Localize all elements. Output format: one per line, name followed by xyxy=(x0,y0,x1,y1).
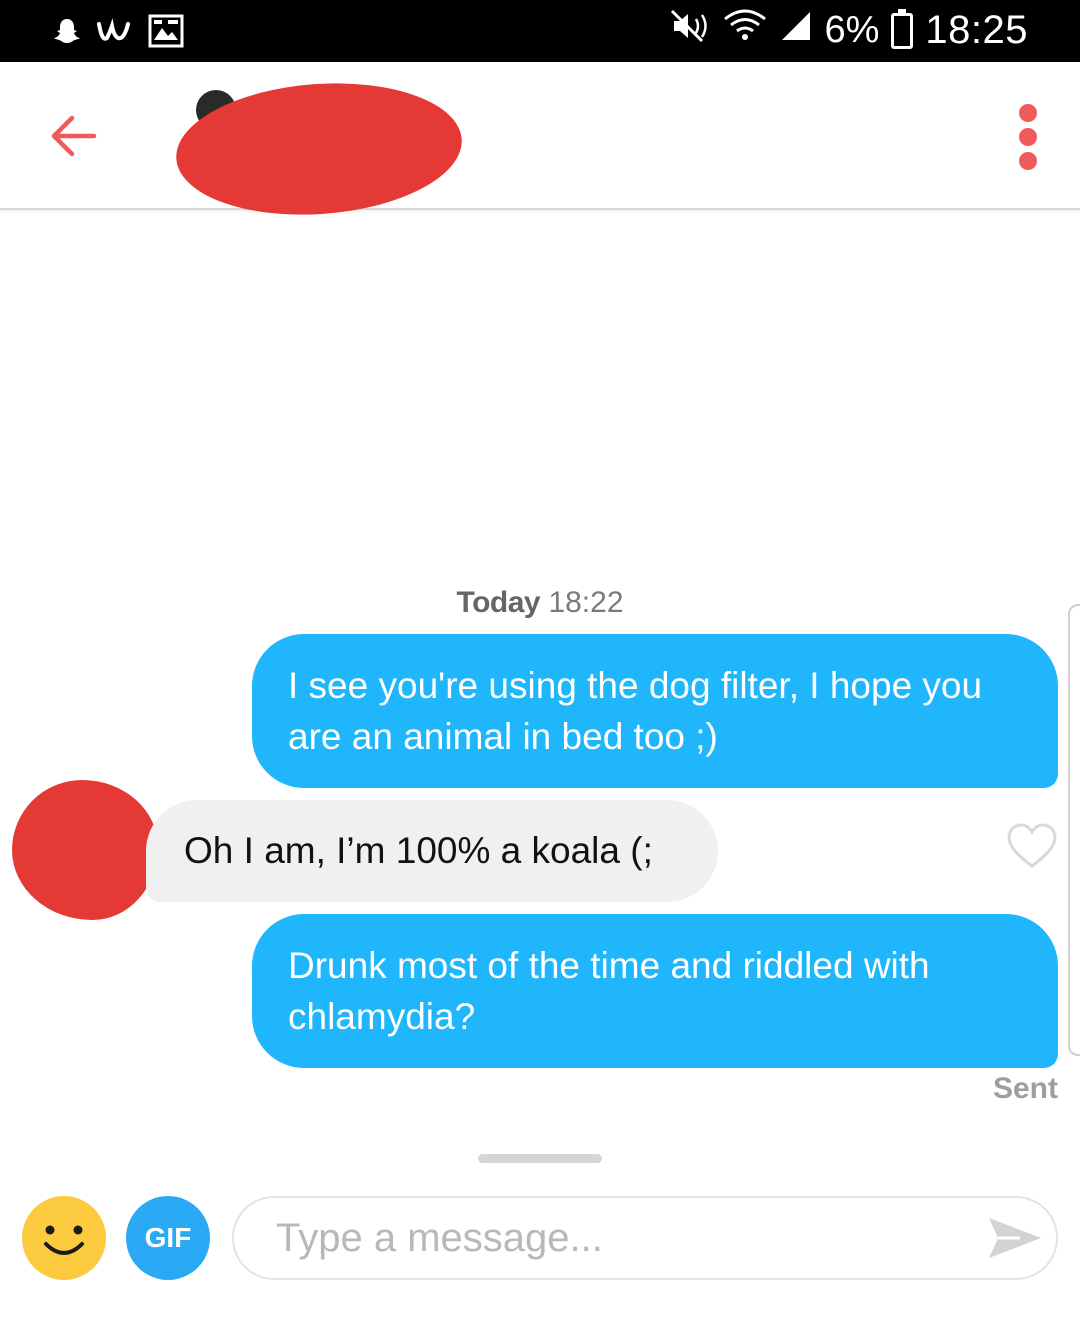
battery-percent: 6% xyxy=(824,9,880,51)
gallery-icon xyxy=(148,14,184,53)
status-bar-system: 6% 18:25 xyxy=(670,8,1028,53)
more-vertical-icon xyxy=(1019,104,1037,122)
emoji-button[interactable] xyxy=(22,1196,106,1280)
more-options-button[interactable] xyxy=(1016,104,1040,170)
send-button[interactable] xyxy=(986,1214,1044,1262)
message-timestamp: Today 18:22 xyxy=(0,586,1080,620)
back-button[interactable] xyxy=(44,106,104,166)
like-message-button[interactable] xyxy=(1006,822,1058,870)
message-input[interactable] xyxy=(232,1196,1058,1280)
clock: 18:25 xyxy=(925,8,1028,52)
back-arrow-icon xyxy=(51,115,97,157)
more-dot xyxy=(1019,152,1037,170)
snapchat-icon xyxy=(52,16,82,51)
timestamp-day: Today xyxy=(456,586,541,619)
outgoing-message[interactable]: I see you're using the dog filter, I hop… xyxy=(252,634,1058,788)
send-icon xyxy=(989,1218,1041,1258)
wish-icon xyxy=(96,16,134,51)
outgoing-message[interactable]: Drunk most of the time and riddled with … xyxy=(252,914,1058,1068)
smiley-icon xyxy=(44,1225,84,1255)
heart-icon xyxy=(1007,823,1057,868)
scrollbar[interactable] xyxy=(1068,604,1080,1056)
drag-handle[interactable] xyxy=(478,1154,602,1163)
message-status: Sent xyxy=(992,1072,1058,1105)
timestamp-time: 18:22 xyxy=(548,586,624,619)
chat-header xyxy=(0,62,1080,224)
gif-button[interactable]: GIF xyxy=(126,1196,210,1280)
signal-icon xyxy=(780,9,812,52)
wifi-icon xyxy=(722,9,768,53)
sender-avatar[interactable] xyxy=(12,780,158,920)
status-bar-notifications xyxy=(52,14,184,53)
battery-icon xyxy=(891,8,914,49)
mute-icon xyxy=(670,9,710,53)
more-dot xyxy=(1019,128,1037,146)
incoming-message[interactable]: Oh I am, I’m 100% a koala (; xyxy=(146,800,718,902)
status-bar: 6% 18:25 xyxy=(0,0,1080,62)
